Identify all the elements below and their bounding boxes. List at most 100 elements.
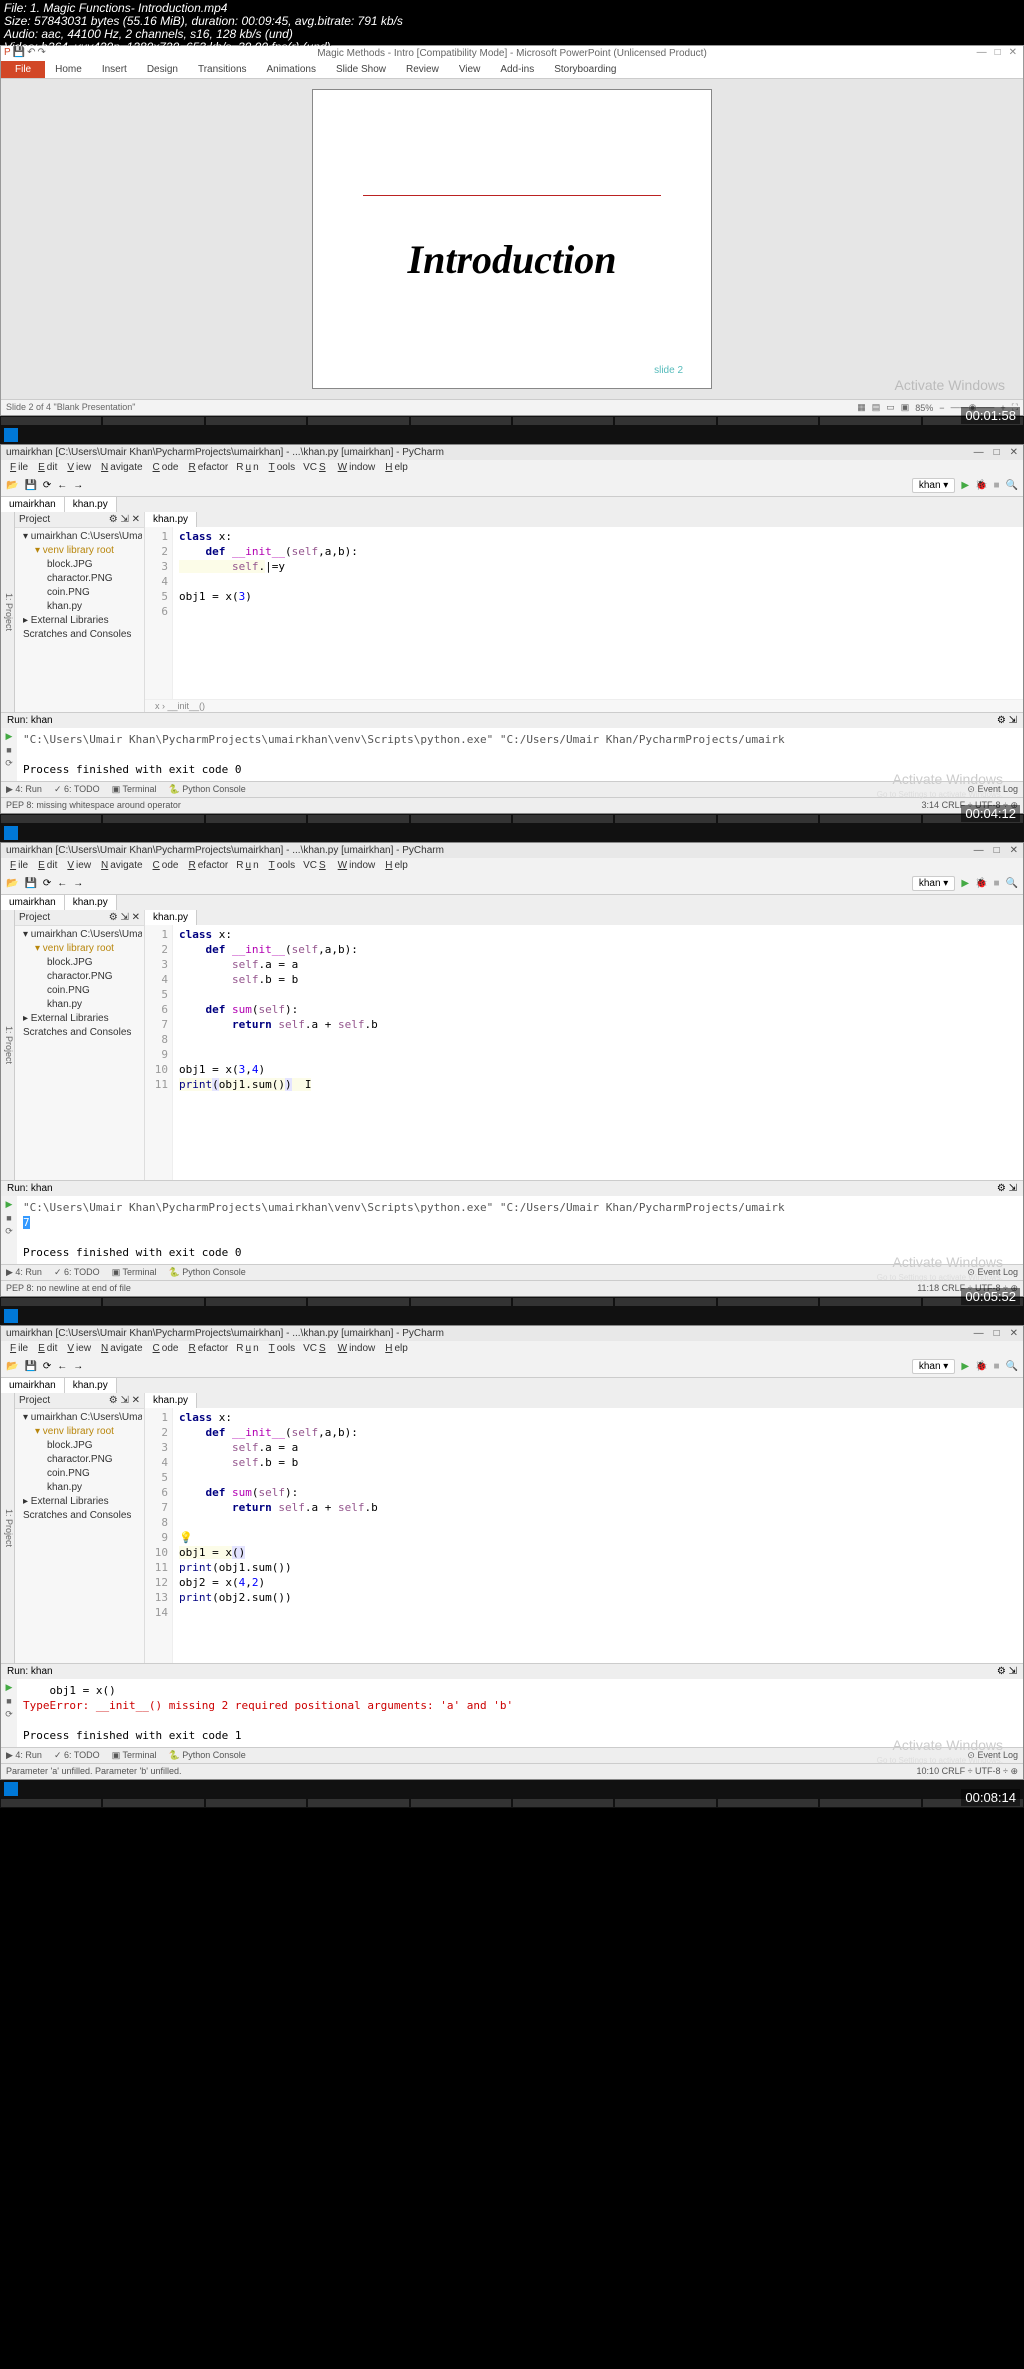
back-icon[interactable]: ← bbox=[57, 878, 67, 889]
maximize-icon[interactable]: □ bbox=[994, 1328, 1000, 1339]
menu-help[interactable]: Help bbox=[381, 860, 410, 871]
open-icon[interactable]: 📂 bbox=[6, 480, 18, 491]
ribbon-tab-addins[interactable]: Add-ins bbox=[490, 61, 544, 78]
sidebar-project[interactable]: 1: Project bbox=[1, 910, 15, 1180]
menu-vcs[interactable]: VCS bbox=[301, 462, 330, 473]
close-icon[interactable]: ✕ bbox=[1010, 447, 1018, 458]
project-pane[interactable]: Project⚙ ⇲ ✕ ▾ umairkhan C:\Users\Umair … bbox=[15, 910, 145, 1180]
menu-run[interactable]: Run bbox=[234, 860, 260, 871]
debug-icon[interactable]: 🐞 bbox=[975, 1361, 987, 1372]
back-icon[interactable]: ← bbox=[57, 1361, 67, 1372]
bottom-todo[interactable]: ✓ 6: TODO bbox=[54, 784, 100, 795]
rerun-icon[interactable]: ▶ bbox=[6, 1682, 13, 1693]
menu-tools[interactable]: Tools bbox=[265, 1343, 297, 1354]
rerun-icon[interactable]: ▶ bbox=[6, 1199, 13, 1210]
bottom-pyconsole[interactable]: 🐍 Python Console bbox=[169, 1750, 246, 1761]
menu-code[interactable]: Code bbox=[149, 462, 181, 473]
nav-tab-project[interactable]: umairkhan bbox=[1, 895, 65, 910]
bottom-run[interactable]: ▶ 4: Run bbox=[6, 784, 42, 795]
project-pane[interactable]: Project⚙ ⇲ ✕ ▾ umairkhan C:\Users\Umair … bbox=[15, 512, 145, 712]
tree-item[interactable]: khan.py bbox=[17, 600, 142, 614]
tree-item[interactable]: khan.py bbox=[17, 998, 142, 1012]
undo-icon[interactable]: ↶ bbox=[27, 47, 35, 58]
run-config-select[interactable]: khan ▾ bbox=[912, 478, 956, 493]
run-icon[interactable]: ▶ bbox=[961, 878, 969, 889]
tree-item[interactable]: ▾ venv library root bbox=[17, 942, 142, 956]
bottom-terminal[interactable]: ▣ Terminal bbox=[112, 1267, 157, 1278]
nav-tab-file[interactable]: khan.py bbox=[65, 497, 117, 512]
stop-icon[interactable]: ■ bbox=[6, 1696, 11, 1706]
menu-help[interactable]: Help bbox=[381, 1343, 410, 1354]
view-normal-icon[interactable]: ▦ bbox=[857, 402, 866, 413]
run-settings-icon[interactable]: ⚙ ⇲ bbox=[997, 1666, 1017, 1677]
maximize-icon[interactable]: □ bbox=[994, 447, 1000, 458]
run-tab[interactable]: khan bbox=[31, 1666, 53, 1677]
ppt-canvas[interactable]: Introduction slide 2 Activate Windows bbox=[1, 79, 1023, 399]
view-reading-icon[interactable]: ▭ bbox=[886, 402, 895, 413]
start-button-icon[interactable] bbox=[4, 1309, 18, 1323]
tree-item[interactable]: block.JPG bbox=[17, 1439, 142, 1453]
nav-tab-file[interactable]: khan.py bbox=[65, 1378, 117, 1393]
editor[interactable]: 1234567891011121314 class x: def __init_… bbox=[145, 1408, 1023, 1663]
ribbon-tab-storyboarding[interactable]: Storyboarding bbox=[544, 61, 626, 78]
redo-icon[interactable]: ↷ bbox=[38, 47, 46, 58]
minimize-icon[interactable]: — bbox=[977, 47, 987, 58]
run-tab[interactable]: khan bbox=[31, 1183, 53, 1194]
menu-vcs[interactable]: VCS bbox=[301, 1343, 330, 1354]
run-icon[interactable]: ▶ bbox=[961, 1361, 969, 1372]
event-log[interactable]: ⊙ Event Log bbox=[967, 1750, 1018, 1761]
editor-tab[interactable]: khan.py bbox=[145, 512, 197, 527]
menu-refactor[interactable]: Refactor bbox=[184, 860, 230, 871]
bottom-run[interactable]: ▶ 4: Run bbox=[6, 1750, 42, 1761]
menu-view[interactable]: View bbox=[63, 462, 93, 473]
menu-vcs[interactable]: VCS bbox=[301, 860, 330, 871]
project-settings-icon[interactable]: ⚙ ⇲ ✕ bbox=[109, 912, 140, 923]
menu-file[interactable]: File bbox=[6, 860, 30, 871]
project-settings-icon[interactable]: ⚙ ⇲ ✕ bbox=[109, 514, 140, 525]
stop-icon[interactable]: ■ bbox=[994, 878, 1000, 889]
ribbon-tab-animations[interactable]: Animations bbox=[257, 61, 326, 78]
menu-run[interactable]: Run bbox=[234, 1343, 260, 1354]
bottom-todo[interactable]: ✓ 6: TODO bbox=[54, 1267, 100, 1278]
minimize-icon[interactable]: — bbox=[974, 845, 984, 856]
menu-view[interactable]: View bbox=[63, 1343, 93, 1354]
close-icon[interactable]: ✕ bbox=[1010, 845, 1018, 856]
menu-run[interactable]: Run bbox=[234, 462, 260, 473]
rerun-icon[interactable]: ▶ bbox=[6, 731, 13, 742]
tree-item[interactable]: charactor.PNG bbox=[17, 1453, 142, 1467]
nav-tab-project[interactable]: umairkhan bbox=[1, 1378, 65, 1393]
bottom-terminal[interactable]: ▣ Terminal bbox=[112, 1750, 157, 1761]
menu-code[interactable]: Code bbox=[149, 1343, 181, 1354]
tree-item[interactable]: Scratches and Consoles bbox=[17, 1026, 142, 1040]
menu-tools[interactable]: Tools bbox=[265, 860, 297, 871]
ide-menu[interactable]: File Edit View Navigate Code Refactor Ru… bbox=[1, 1341, 1023, 1356]
start-button-icon[interactable] bbox=[4, 1782, 18, 1796]
menu-file[interactable]: File bbox=[6, 1343, 30, 1354]
zoom-out-icon[interactable]: − bbox=[939, 403, 944, 413]
run-output[interactable]: "C:\Users\Umair Khan\PycharmProjects\uma… bbox=[17, 728, 1023, 781]
tree-item[interactable]: coin.PNG bbox=[17, 1467, 142, 1481]
run-output[interactable]: "C:\Users\Umair Khan\PycharmProjects\uma… bbox=[17, 1196, 1023, 1264]
sidebar-project[interactable]: 1: Project bbox=[1, 1393, 15, 1663]
menu-code[interactable]: Code bbox=[149, 860, 181, 871]
search-icon[interactable]: 🔍 bbox=[1006, 480, 1018, 491]
ppt-qat[interactable]: P 💾 ↶ ↷ bbox=[1, 46, 49, 59]
ppt-slide[interactable]: Introduction slide 2 bbox=[312, 89, 712, 389]
run-settings-icon[interactable]: ⚙ ⇲ bbox=[997, 1183, 1017, 1194]
debug-icon[interactable]: 🐞 bbox=[975, 480, 987, 491]
debug-icon[interactable]: 🐞 bbox=[975, 878, 987, 889]
search-icon[interactable]: 🔍 bbox=[1006, 878, 1018, 889]
bottom-run[interactable]: ▶ 4: Run bbox=[6, 1267, 42, 1278]
tree-item[interactable]: ▾ umairkhan C:\Users\Umair Khan\Pyc bbox=[17, 530, 142, 544]
project-tree[interactable]: ▾ umairkhan C:\Users\Umair Khan\Pyc▾ ven… bbox=[15, 926, 144, 1042]
tree-item[interactable]: ▸ External Libraries bbox=[17, 614, 142, 628]
sync-icon[interactable]: ⟳ bbox=[43, 1361, 51, 1372]
save-icon[interactable]: 💾 bbox=[24, 1361, 36, 1372]
menu-tools[interactable]: Tools bbox=[265, 462, 297, 473]
maximize-icon[interactable]: □ bbox=[994, 845, 1000, 856]
tree-item[interactable]: block.JPG bbox=[17, 558, 142, 572]
breadcrumb[interactable]: x › __init__() bbox=[145, 699, 1023, 712]
run-config-select[interactable]: khan ▾ bbox=[912, 1359, 956, 1374]
tree-item[interactable]: ▾ venv library root bbox=[17, 1425, 142, 1439]
nav-tab-project[interactable]: umairkhan bbox=[1, 497, 65, 512]
